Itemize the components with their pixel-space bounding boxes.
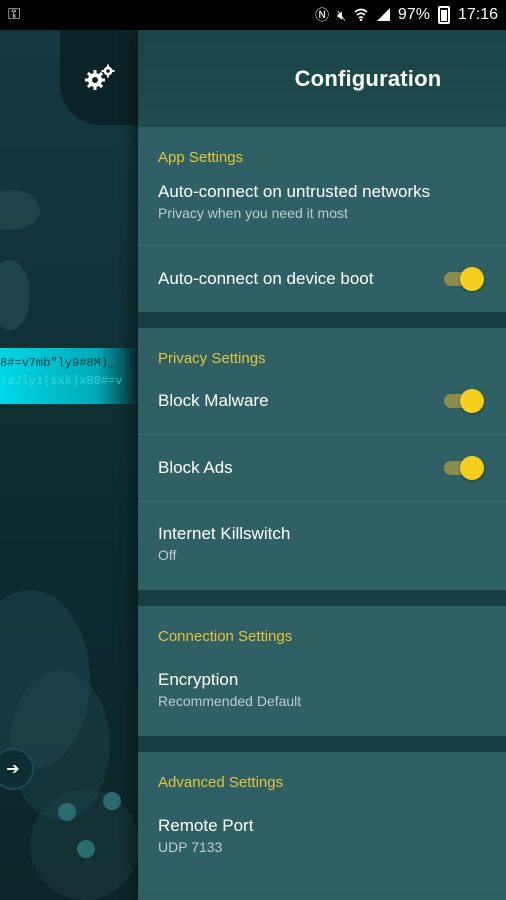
key-icon: ⚿ [8, 6, 21, 23]
row-internet-killswitch[interactable]: Internet Killswitch Off [138, 502, 506, 590]
row-subtitle: Off [158, 547, 177, 563]
panel-header: Configuration [138, 30, 506, 127]
privacy-settings-section: Privacy Settings Block Malware Block Ads… [138, 328, 506, 590]
block-malware-toggle[interactable] [442, 389, 484, 413]
section-divider [138, 736, 506, 752]
row-encryption[interactable]: Encryption Recommended Default [138, 646, 506, 736]
signal-icon [376, 7, 390, 24]
landmass [0, 190, 40, 230]
row-subtitle: Privacy when you need it most [158, 205, 348, 221]
row-auto-connect-boot[interactable]: Auto-connect on device boot [138, 246, 506, 312]
server-dot[interactable] [103, 792, 121, 810]
row-block-ads[interactable]: Block Ads [138, 435, 506, 502]
row-remote-port[interactable]: Remote Port UDP 7133 [138, 792, 506, 892]
panel-title: Configuration [294, 65, 442, 91]
landmass [0, 260, 30, 330]
data-stream: 8#=v7mb"ly9#8M)_ :aJly1(sxkjx80#=v [0, 348, 138, 404]
mute-icon: 🔇︎ [337, 6, 346, 23]
row-auto-connect-untrusted[interactable]: Auto-connect on untrusted networks Priva… [138, 167, 506, 246]
configuration-panel: Configuration App Settings Auto-connect … [138, 30, 506, 900]
section-heading: App Settings [158, 149, 244, 166]
advanced-settings-section: Advanced Settings Remote Port UDP 7133 [138, 752, 506, 892]
row-title: Block Ads [158, 458, 233, 477]
section-divider [138, 312, 506, 328]
row-title: Remote Port [158, 816, 254, 835]
wifi-icon [354, 7, 368, 24]
row-title: Block Malware [158, 391, 269, 410]
gears-icon [85, 64, 115, 90]
row-title: Internet Killswitch [158, 524, 291, 543]
server-dot[interactable] [58, 803, 76, 821]
row-subtitle: Recommended Default [158, 693, 302, 709]
stream-line: :aJly1(sxkjx80#=v [0, 374, 123, 388]
row-subtitle: UDP 7133 [158, 839, 223, 855]
block-ads-toggle[interactable] [442, 456, 484, 480]
connection-settings-section: Connection Settings Encryption Recommend… [138, 606, 506, 736]
section-heading: Privacy Settings [158, 350, 266, 367]
auto-connect-boot-toggle[interactable] [442, 267, 484, 291]
nfc-icon: Ⓝ [315, 7, 330, 23]
row-title: Auto-connect on untrusted networks [158, 182, 431, 201]
app-settings-section: App Settings Auto-connect on untrusted n… [138, 127, 506, 312]
section-heading: Connection Settings [158, 628, 293, 645]
status-icons: Ⓝ 🔇︎ 97% 17:16 [315, 5, 498, 25]
row-title: Encryption [158, 670, 239, 689]
battery-percent: 97% [397, 6, 430, 23]
section-heading: Advanced Settings [158, 774, 284, 791]
row-title: Auto-connect on device boot [158, 269, 374, 288]
clock: 17:16 [457, 6, 498, 23]
map-background: 8#=v7mb"ly9#8M)_ :aJly1(sxkjx80#=v ➔ [0, 30, 138, 900]
status-bar: ⚿ Ⓝ 🔇︎ 97% 17:16 [0, 0, 506, 30]
row-block-malware[interactable]: Block Malware [138, 368, 506, 435]
section-divider [138, 590, 506, 606]
settings-button[interactable] [60, 30, 140, 125]
stream-line: 8#=v7mb"ly9#8M)_ [0, 356, 116, 370]
battery-icon [437, 6, 450, 24]
server-dot[interactable] [77, 840, 95, 858]
